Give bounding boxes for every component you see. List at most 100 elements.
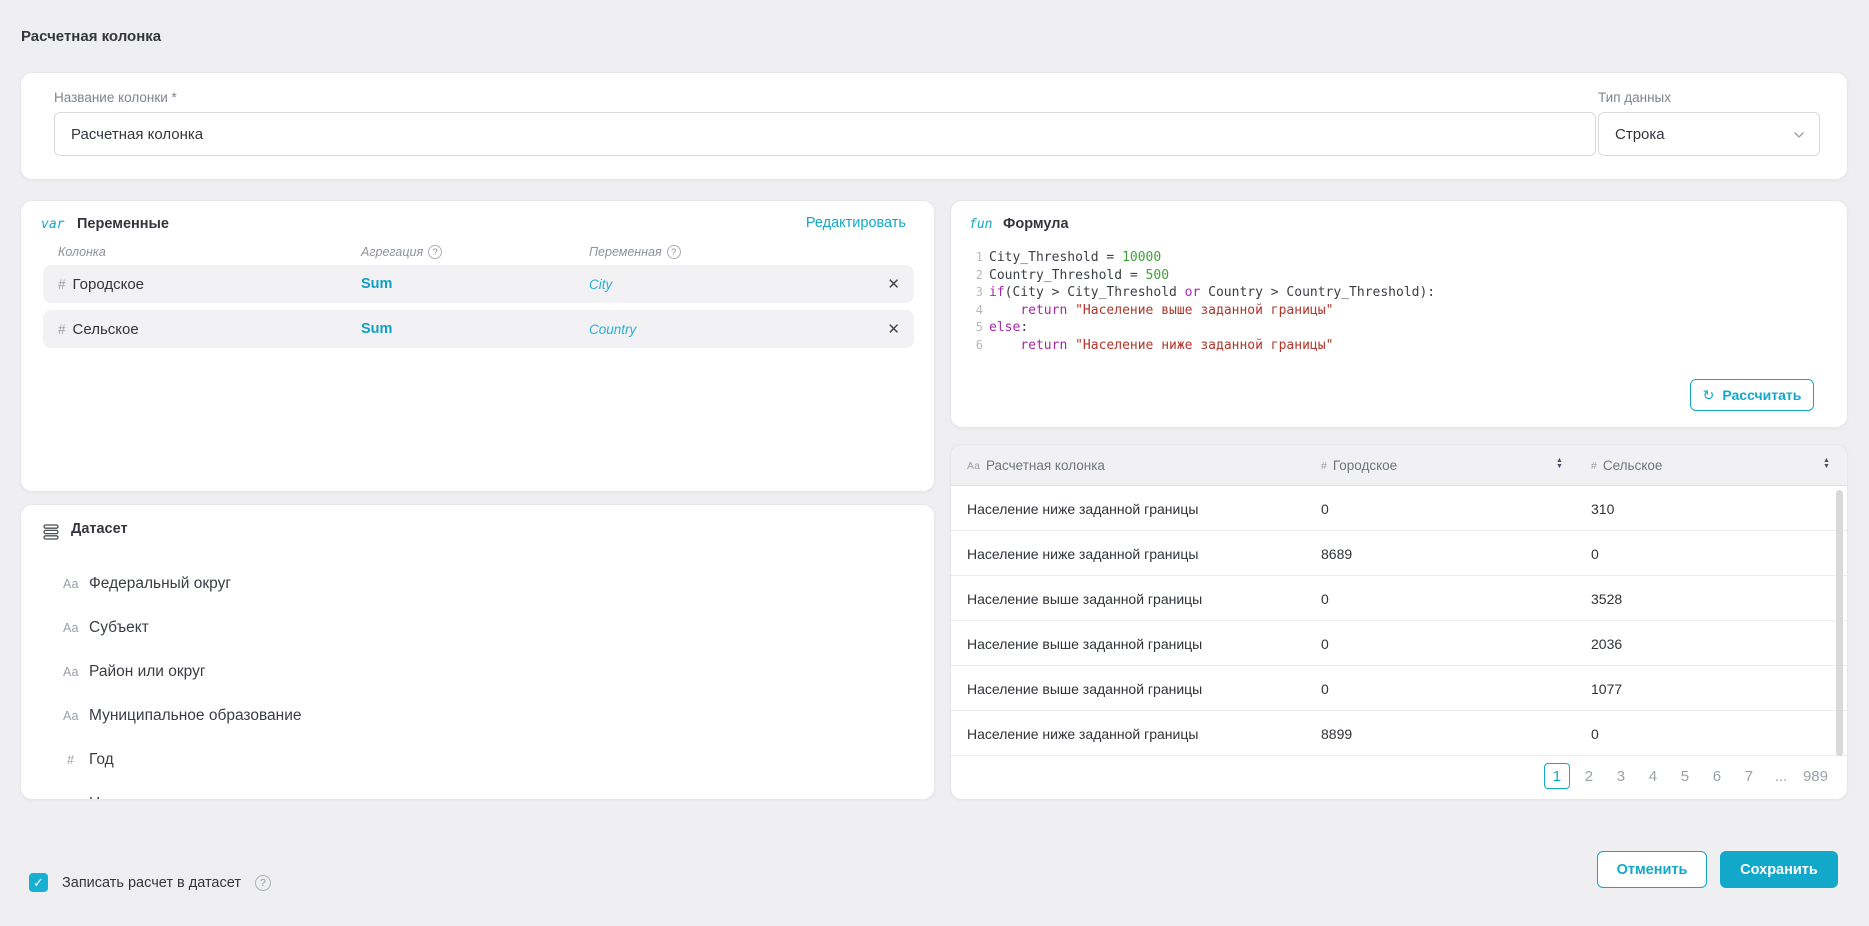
- number-type-icon: #: [63, 753, 89, 767]
- column-header-column: Колонка: [58, 245, 106, 259]
- data-type-select[interactable]: Строка: [1598, 112, 1820, 156]
- write-to-dataset-checkbox[interactable]: ✓: [29, 873, 48, 892]
- variables-panel: var Переменные Редактировать Колонка Агр…: [20, 200, 935, 492]
- table-scrollbar[interactable]: [1836, 490, 1843, 756]
- cell-country: 1077: [1591, 666, 1622, 711]
- cell-calculated: Население ниже заданной границы: [967, 531, 1198, 576]
- help-icon[interactable]: ?: [428, 245, 442, 259]
- variable-column-name: # Городское: [58, 265, 144, 303]
- string-type-icon: Аа: [63, 665, 89, 679]
- help-icon[interactable]: ?: [255, 875, 271, 891]
- dataset-panel: Датасет Аа Федеральный округ Аа Субъект …: [20, 504, 935, 800]
- sort-icon[interactable]: ▲▼: [1823, 458, 1830, 470]
- cell-country: 0: [1591, 531, 1599, 576]
- table-row: Население ниже заданной границы 8899 0: [951, 711, 1847, 756]
- column-name-label: Название колонки *: [54, 90, 177, 105]
- var-badge-icon: var: [41, 217, 64, 232]
- page-button[interactable]: 989: [1800, 763, 1831, 789]
- aggregation-selector[interactable]: Sum: [361, 310, 392, 348]
- table-row: Население ниже заданной границы 0 310: [951, 486, 1847, 531]
- cell-country: 3528: [1591, 576, 1622, 621]
- write-to-dataset-label: Записать расчет в датасет: [62, 875, 241, 891]
- code-line: 6 return "Население ниже заданной границ…: [969, 337, 1435, 355]
- calculated-column-dialog: Расчетная колонка Название колонки * Тип…: [0, 0, 1869, 926]
- variable-name[interactable]: Country: [589, 310, 636, 348]
- cell-city: 8899: [1321, 711, 1352, 756]
- aggregation-selector[interactable]: Sum: [361, 265, 392, 303]
- fun-badge-icon: fun: [969, 217, 992, 232]
- cell-city: 0: [1321, 666, 1329, 711]
- code-line: 1City_Threshold = 10000: [969, 249, 1435, 267]
- table-row: Население выше заданной границы 0 3528: [951, 576, 1847, 621]
- code-line: 2Country_Threshold = 500: [969, 267, 1435, 285]
- page-button[interactable]: 4: [1640, 763, 1666, 789]
- page-button[interactable]: 1: [1544, 763, 1570, 789]
- help-icon[interactable]: ?: [667, 245, 681, 259]
- header-calculated-column[interactable]: Аа Расчетная колонка: [967, 445, 1105, 486]
- cancel-button[interactable]: Отменить: [1597, 851, 1707, 888]
- chevron-down-icon: [1793, 128, 1805, 140]
- write-to-dataset-option: ✓ Записать расчет в датасет ?: [29, 873, 271, 892]
- number-type-icon: #: [1321, 460, 1327, 472]
- column-settings-card: Название колонки * Тип данных Строка: [20, 72, 1848, 180]
- header-country-column[interactable]: # Сельское: [1591, 445, 1662, 486]
- string-type-icon: Аа: [63, 621, 89, 635]
- page-button[interactable]: 3: [1608, 763, 1634, 789]
- database-icon: [41, 522, 61, 547]
- column-name-input[interactable]: [54, 112, 1596, 156]
- cell-country: 2036: [1591, 621, 1622, 666]
- string-type-icon: Аа: [63, 709, 89, 723]
- code-line: 4 return "Население выше заданной границ…: [969, 302, 1435, 320]
- edit-variables-link[interactable]: Редактировать: [806, 215, 906, 231]
- cell-city: 8689: [1321, 531, 1352, 576]
- formula-title: Формула: [1003, 216, 1069, 232]
- table-row: Население выше заданной границы 0 2036: [951, 621, 1847, 666]
- number-type-icon: #: [58, 322, 66, 337]
- sort-icon[interactable]: ▲▼: [1556, 458, 1563, 470]
- page-button[interactable]: 7: [1736, 763, 1762, 789]
- page-button[interactable]: 6: [1704, 763, 1730, 789]
- preview-table-header: Аа Расчетная колонка # Городское ▲▼ # Се…: [951, 445, 1847, 486]
- code-line: 3if(City > City_Threshold or Country > C…: [969, 284, 1435, 302]
- remove-variable-icon[interactable]: ✕: [887, 265, 900, 303]
- dataset-field[interactable]: Аа Субъект: [21, 606, 934, 650]
- cell-calculated: Население ниже заданной границы: [967, 711, 1198, 756]
- header-city-column[interactable]: # Городское: [1321, 445, 1397, 486]
- page-button[interactable]: 5: [1672, 763, 1698, 789]
- string-type-icon: Аа: [63, 577, 89, 591]
- column-header-aggregation: Агрегация ?: [361, 245, 442, 259]
- variables-title: Переменные: [77, 216, 169, 232]
- variable-row: # Сельское Sum Country ✕: [43, 310, 914, 348]
- dataset-field[interactable]: Аа Федеральный округ: [21, 562, 934, 606]
- pagination: 1 2 3 4 5 6 7 ... 989: [1544, 762, 1831, 790]
- data-type-label: Тип данных: [1598, 90, 1671, 105]
- dataset-field[interactable]: Аа Район или округ: [21, 650, 934, 694]
- number-type-icon: #: [1591, 460, 1597, 472]
- calculate-button[interactable]: ↻ Рассчитать: [1690, 379, 1814, 411]
- dataset-field-list: Аа Федеральный округ Аа Субъект Аа Район…: [21, 562, 934, 800]
- cell-calculated: Население ниже заданной границы: [967, 486, 1198, 531]
- remove-variable-icon[interactable]: ✕: [887, 310, 900, 348]
- refresh-icon: ↻: [1703, 387, 1715, 404]
- page-button[interactable]: 2: [1576, 763, 1602, 789]
- dataset-title: Датасет: [71, 521, 128, 537]
- cell-city: 0: [1321, 576, 1329, 621]
- formula-code-editor[interactable]: 1City_Threshold = 10000 2Country_Thresho…: [969, 249, 1435, 354]
- cell-calculated: Население выше заданной границы: [967, 576, 1202, 621]
- dataset-field[interactable]: # Н: [21, 782, 934, 800]
- page-title: Расчетная колонка: [21, 28, 161, 45]
- data-type-value: Строка: [1615, 126, 1793, 143]
- preview-table-panel: Аа Расчетная колонка # Городское ▲▼ # Се…: [950, 444, 1848, 800]
- cell-country: 310: [1591, 486, 1614, 531]
- dataset-field[interactable]: # Год: [21, 738, 934, 782]
- variable-row: # Городское Sum City ✕: [43, 265, 914, 303]
- formula-panel: fun Формула 1City_Threshold = 10000 2Cou…: [950, 200, 1848, 428]
- variable-name[interactable]: City: [589, 265, 612, 303]
- check-icon: ✓: [33, 875, 44, 891]
- dataset-field[interactable]: Аа Муниципальное образование: [21, 694, 934, 738]
- variable-column-name: # Сельское: [58, 310, 139, 348]
- cell-calculated: Население выше заданной границы: [967, 666, 1202, 711]
- column-header-variable: Переменная ?: [589, 245, 681, 259]
- save-button[interactable]: Сохранить: [1720, 851, 1838, 888]
- cell-city: 0: [1321, 486, 1329, 531]
